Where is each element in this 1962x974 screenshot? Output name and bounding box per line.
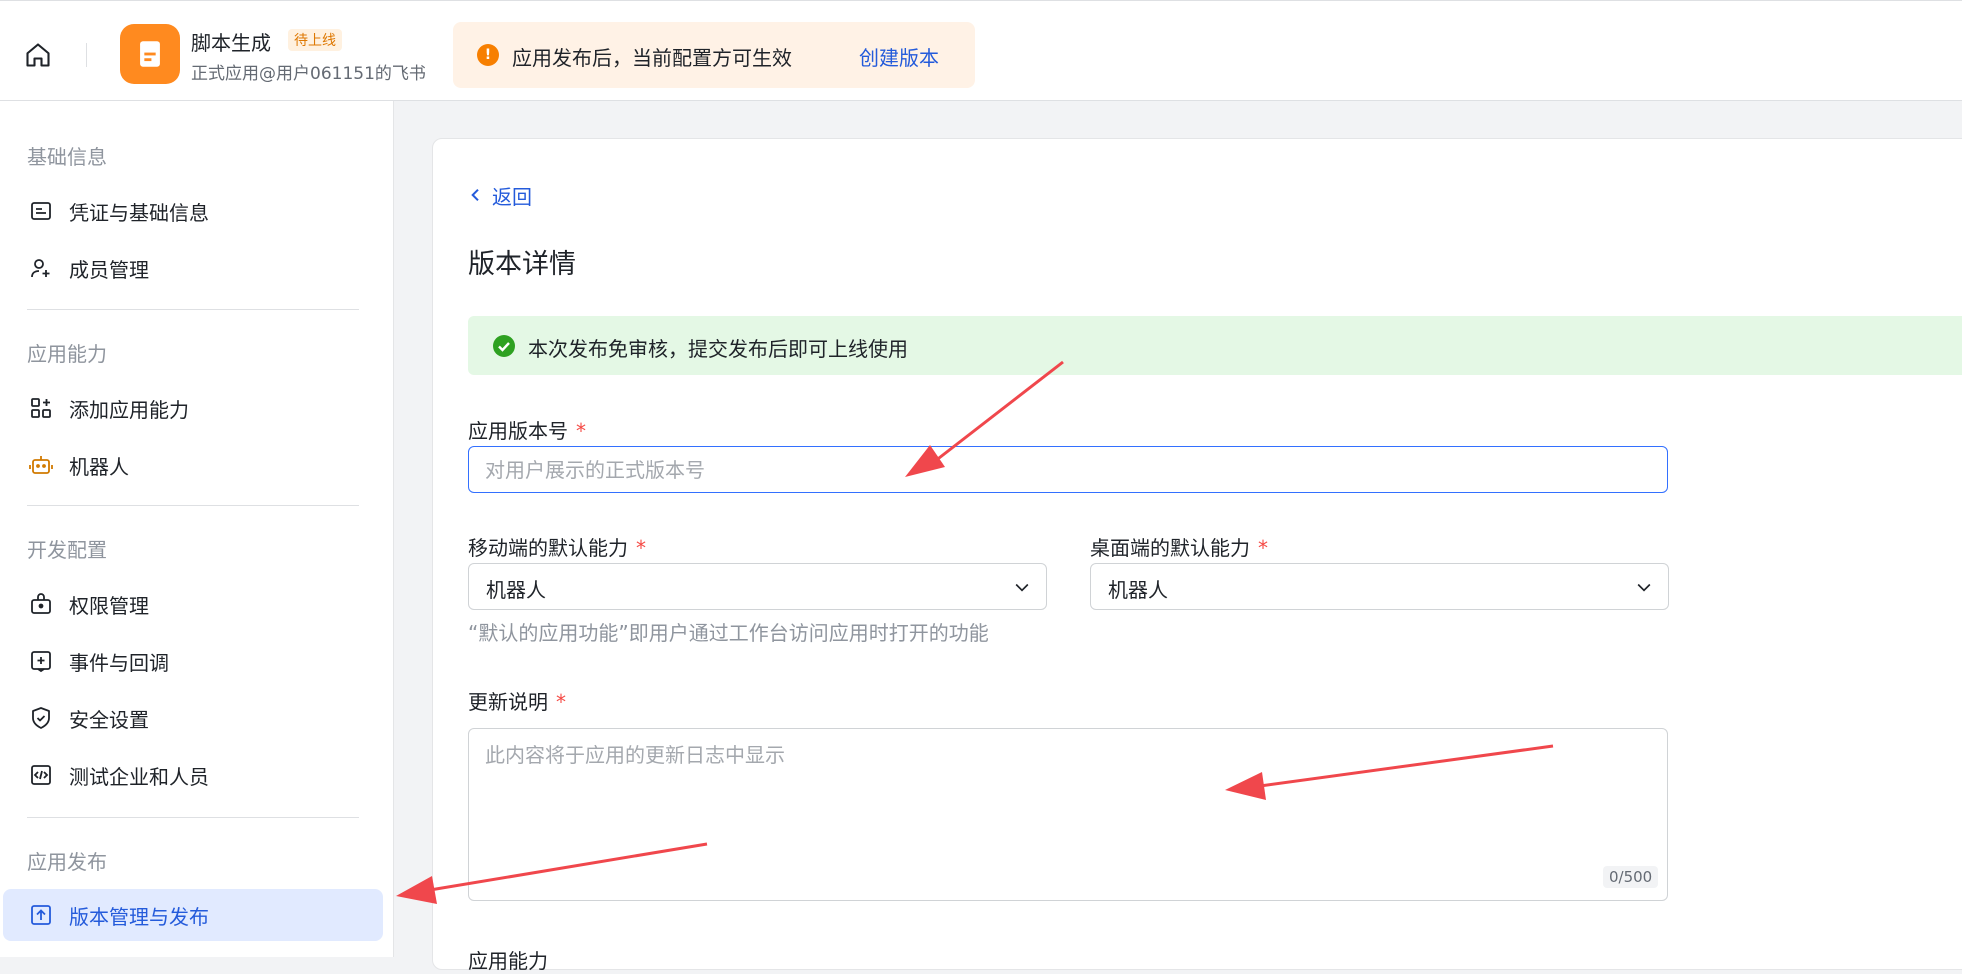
divider (86, 43, 87, 67)
desktop-default-label: 桌面端的默认能力 * (1090, 536, 1268, 560)
code-icon (29, 763, 53, 787)
sidebar-item-permissions[interactable]: 权限管理 (3, 578, 383, 630)
section-title-publish: 应用发布 (27, 850, 107, 874)
version-input[interactable] (468, 446, 1668, 493)
sidebar-item-credentials[interactable]: 凭证与基础信息 (3, 185, 383, 237)
success-text: 本次发布免审核，提交发布后即可上线使用 (528, 337, 908, 361)
upload-icon (29, 903, 53, 927)
sidebar-item-label: 安全设置 (69, 708, 149, 732)
status-badge: 待上线 (288, 29, 342, 51)
app-logo-icon (120, 24, 180, 84)
sidebar-item-label: 成员管理 (69, 258, 149, 282)
select-value: 机器人 (486, 578, 546, 602)
sidebar-item-label: 版本管理与发布 (69, 905, 209, 929)
sidebar-item-label: 机器人 (69, 455, 129, 479)
sidebar-item-label: 凭证与基础信息 (69, 201, 209, 225)
back-link[interactable]: 返回 (468, 181, 532, 210)
lock-bag-icon (29, 592, 53, 616)
mobile-default-label: 移动端的默认能力 * (468, 536, 646, 560)
sidebar-item-label: 权限管理 (69, 594, 149, 618)
sidebar-item-label: 添加应用能力 (69, 398, 189, 422)
update-notes-textarea[interactable] (468, 728, 1668, 901)
capability-section-label: 应用能力 (468, 949, 548, 973)
notice-text: 应用发布后，当前配置方可生效 (512, 46, 792, 70)
sidebar-item-test-users[interactable]: 测试企业和人员 (3, 749, 383, 801)
grid-add-icon (29, 396, 53, 420)
sidebar-item-events[interactable]: 事件与回调 (3, 635, 383, 687)
desktop-default-select[interactable]: 机器人 (1090, 563, 1669, 610)
divider (27, 817, 359, 818)
divider (27, 309, 359, 310)
member-icon (29, 256, 53, 280)
section-title-dev: 开发配置 (27, 538, 107, 562)
chevron-down-icon (1634, 577, 1654, 597)
chevron-down-icon (1012, 577, 1032, 597)
back-label: 返回 (492, 185, 532, 209)
section-title-basic: 基础信息 (27, 145, 107, 169)
top-bar: 脚本生成 待上线 正式应用@用户061151的飞书 ! 应用发布后，当前配置方可… (0, 0, 1962, 101)
success-banner: 本次发布免审核，提交发布后即可上线使用 (468, 316, 1962, 375)
create-version-link[interactable]: 创建版本 (859, 42, 939, 71)
default-capability-hint: “默认的应用功能”即用户通过工作台访问应用时打开的功能 (468, 621, 989, 645)
version-label: 应用版本号 * (468, 419, 586, 443)
home-icon[interactable] (20, 39, 56, 71)
publish-notice: ! 应用发布后，当前配置方可生效 创建版本 (453, 22, 975, 88)
sidebar: 基础信息 凭证与基础信息 成员管理 应用能力 添加应用能力 机器人 开发配置 权… (0, 101, 394, 957)
sidebar-item-security[interactable]: 安全设置 (3, 692, 383, 744)
sidebar-item-members[interactable]: 成员管理 (3, 242, 383, 294)
chevron-left-icon (468, 184, 484, 208)
sidebar-item-label: 事件与回调 (69, 651, 169, 675)
divider (27, 505, 359, 506)
sidebar-item-add-capability[interactable]: 添加应用能力 (3, 382, 383, 434)
sidebar-item-version-publish[interactable]: 版本管理与发布 (3, 889, 383, 941)
select-value: 机器人 (1108, 578, 1168, 602)
char-counter: 0/500 (1603, 866, 1659, 888)
robot-icon (29, 453, 53, 477)
event-icon (29, 649, 53, 673)
warning-icon: ! (477, 44, 499, 66)
page-title: 版本详情 (468, 249, 576, 280)
app-subtitle: 正式应用@用户061151的飞书 (191, 64, 426, 84)
mobile-default-select[interactable]: 机器人 (468, 563, 1047, 610)
check-circle-icon (493, 335, 515, 357)
sidebar-item-label: 测试企业和人员 (69, 765, 209, 789)
sidebar-item-robot[interactable]: 机器人 (3, 439, 383, 491)
section-title-capability: 应用能力 (27, 342, 107, 366)
update-notes-label: 更新说明 * (468, 690, 566, 714)
app-name: 脚本生成 (191, 31, 271, 55)
credential-icon (29, 199, 53, 223)
shield-icon (29, 706, 53, 730)
